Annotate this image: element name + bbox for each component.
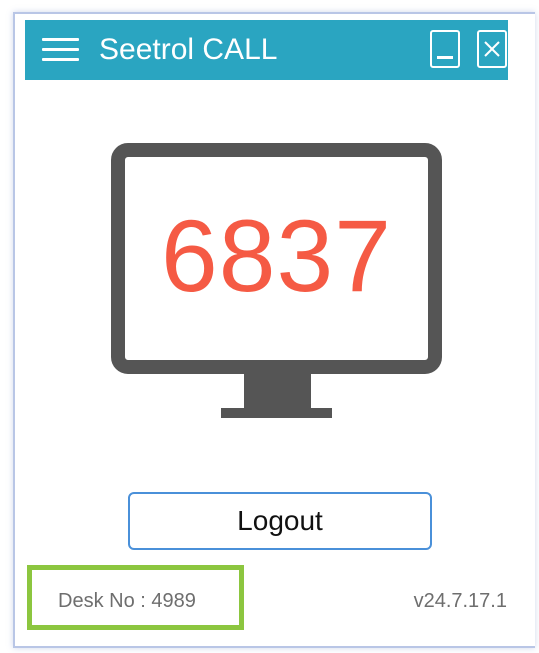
- close-button[interactable]: [477, 30, 507, 68]
- desk-number: Desk No : 4989: [58, 590, 196, 612]
- minimize-button[interactable]: [430, 30, 460, 68]
- minimize-icon: [437, 56, 453, 59]
- title-bar: Seetrol CALL: [25, 20, 508, 80]
- app-title: Seetrol CALL: [99, 33, 278, 66]
- close-icon: [484, 41, 500, 57]
- version-label: v24.7.17.1: [413, 590, 507, 612]
- hamburger-menu-icon[interactable]: [42, 38, 79, 62]
- access-code: 6837: [161, 199, 392, 313]
- logout-button[interactable]: Logout: [128, 492, 432, 550]
